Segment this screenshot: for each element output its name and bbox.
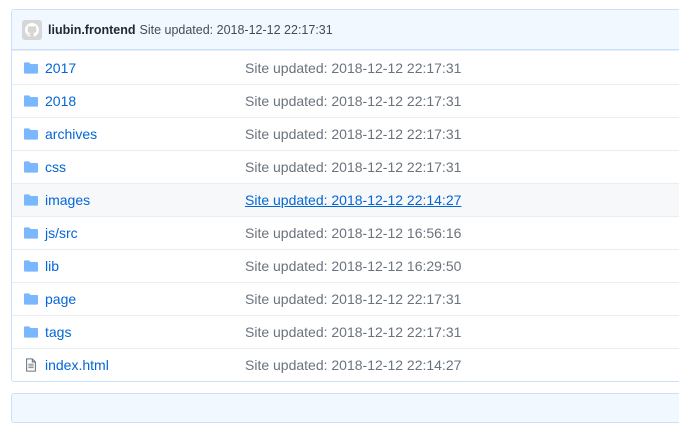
commit-message-link[interactable]: Site updated: 2018-12-12 22:14:27 (245, 192, 461, 208)
file-name-link[interactable]: 2018 (45, 93, 245, 109)
folder-icon (12, 194, 45, 206)
folder-icon (12, 61, 45, 74)
avatar[interactable] (22, 19, 42, 40)
commit-message-link[interactable]: Site updated: 2018-12-12 22:17:31 (245, 159, 461, 175)
file-name-link[interactable]: js/src (45, 225, 245, 241)
file-name-link[interactable]: index.html (45, 357, 245, 373)
table-row[interactable]: tags Site updated: 2018-12-12 22:17:31 (12, 315, 679, 348)
commit-message-link[interactable]: Site updated: 2018-12-12 22:14:27 (245, 357, 461, 373)
file-name-link[interactable]: 2017 (45, 60, 245, 76)
commit-message-link[interactable]: Site updated: 2018-12-12 22:17:31 (245, 324, 461, 340)
commit-message-link[interactable]: Site updated: 2018-12-12 16:56:16 (245, 225, 461, 241)
file-table: 2017 Site updated: 2018-12-12 22:17:31 201… (12, 50, 679, 381)
commit-message-link[interactable]: Site updated: 2018-12-12 22:17:31 (245, 126, 461, 142)
folder-icon (12, 293, 45, 305)
folder-icon (12, 161, 45, 173)
table-row[interactable]: js/src Site updated: 2018-12-12 16:56:16 (12, 216, 679, 249)
file-browser: liubin.frontend Site updated: 2018-12-12… (11, 9, 679, 382)
readme-header (11, 393, 679, 423)
commit-message-link[interactable]: Site updated: 2018-12-12 22:17:31 (245, 291, 461, 307)
table-row[interactable]: page Site updated: 2018-12-12 22:17:31 (12, 282, 679, 315)
file-icon (12, 358, 45, 372)
commit-message[interactable]: Site updated: 2018-12-12 22:17:31 (139, 23, 332, 37)
table-row[interactable]: images Site updated: 2018-12-12 22:14:27 (12, 183, 679, 216)
file-name-link[interactable]: css (45, 159, 245, 175)
github-icon (25, 22, 39, 37)
commit-message-link[interactable]: Site updated: 2018-12-12 16:29:50 (245, 258, 461, 274)
table-row[interactable]: 2018 Site updated: 2018-12-12 22:17:31 (12, 84, 679, 117)
folder-icon (12, 326, 45, 338)
latest-commit-bar: liubin.frontend Site updated: 2018-12-12… (12, 10, 679, 50)
file-name-link[interactable]: images (45, 192, 245, 208)
file-name-link[interactable]: tags (45, 324, 245, 340)
commit-message-link[interactable]: Site updated: 2018-12-12 22:17:31 (245, 60, 461, 76)
folder-icon (12, 227, 45, 239)
table-row[interactable]: 2017 Site updated: 2018-12-12 22:17:31 (12, 51, 679, 84)
commit-author[interactable]: liubin.frontend (48, 23, 135, 37)
folder-icon (12, 260, 45, 272)
file-name-link[interactable]: lib (45, 258, 245, 274)
table-row[interactable]: index.html Site updated: 2018-12-12 22:14… (12, 348, 679, 381)
commit-message-link[interactable]: Site updated: 2018-12-12 22:17:31 (245, 93, 461, 109)
file-name-link[interactable]: page (45, 291, 245, 307)
table-row[interactable]: css Site updated: 2018-12-12 22:17:31 (12, 150, 679, 183)
file-name-link[interactable]: archives (45, 126, 245, 142)
table-row[interactable]: lib Site updated: 2018-12-12 16:29:50 (12, 249, 679, 282)
table-row[interactable]: archives Site updated: 2018-12-12 22:17:3… (12, 117, 679, 150)
folder-icon (12, 95, 45, 107)
folder-icon (12, 128, 45, 140)
